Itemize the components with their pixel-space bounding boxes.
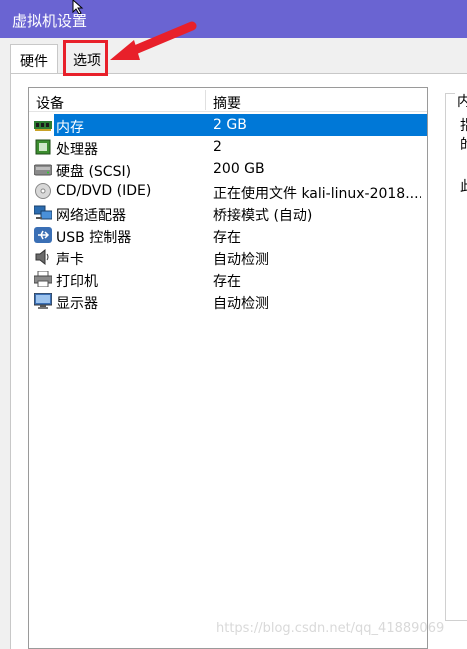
tab-hardware-label: 硬件 <box>20 54 48 70</box>
usb-icon <box>34 227 52 243</box>
device-row-printer[interactable]: 打印机 存在 <box>29 268 427 290</box>
memory-description-line1: 指 <box>460 115 467 135</box>
device-row-sound-card[interactable]: 声卡 自动检测 <box>29 246 427 268</box>
printer-icon <box>34 271 52 287</box>
device-name: 打印机 <box>56 274 98 290</box>
memory-description-line2: 的 <box>460 134 467 154</box>
sound-card-icon <box>35 249 49 265</box>
harddisk-icon <box>34 164 52 176</box>
device-summary: 自动检测 <box>213 252 269 268</box>
network-adapter-icon <box>34 205 52 220</box>
device-summary: 正在使用文件 kali-linux-2018.... <box>213 186 421 202</box>
watermark: https://blog.csdn.net/qq_41889069 <box>216 621 445 636</box>
device-row-cd-dvd[interactable]: CD/DVD (IDE) 正在使用文件 kali-linux-2018.... <box>29 180 427 202</box>
device-name: 显示器 <box>56 296 98 312</box>
device-row-usb-controller[interactable]: USB 控制器 存在 <box>29 224 427 246</box>
memory-settings-group: 内 指 的 此 <box>445 91 467 621</box>
display-icon <box>34 293 52 309</box>
device-row-harddisk[interactable]: 硬盘 (SCSI) 200 GB <box>29 158 427 180</box>
memory-icon <box>34 121 52 131</box>
annotation-arrow-icon <box>110 21 197 60</box>
device-name: 硬盘 (SCSI) <box>56 164 132 180</box>
device-row-display[interactable]: 显示器 自动检测 <box>29 290 427 312</box>
device-rows: 内存 2 GB 处理器 2 硬盘 (SCSI) 200 GB CD/DVD (I… <box>29 114 427 312</box>
memory-description-line3: 此 <box>460 176 467 196</box>
device-name: CD/DVD (IDE) <box>56 183 152 199</box>
device-row-memory[interactable]: 内存 2 GB <box>29 114 427 136</box>
device-name: 声卡 <box>56 252 84 268</box>
device-summary: 2 <box>213 139 222 155</box>
cd-dvd-icon <box>35 183 51 199</box>
column-header-summary[interactable]: 摘要 <box>213 93 241 113</box>
device-summary: 自动检测 <box>213 296 269 312</box>
device-row-network-adapter[interactable]: 网络适配器 桥接模式 (自动) <box>29 202 427 224</box>
device-summary: 200 GB <box>213 161 265 177</box>
device-summary: 存在 <box>213 230 241 246</box>
device-name: 内存 <box>56 120 84 136</box>
device-row-processor[interactable]: 处理器 2 <box>29 136 427 158</box>
device-name: USB 控制器 <box>56 230 132 246</box>
device-summary: 桥接模式 (自动) <box>213 208 313 224</box>
mouse-cursor-icon <box>72 0 84 14</box>
group-label: 内 <box>455 91 467 111</box>
device-list-header: 设备 摘要 <box>29 88 427 112</box>
device-list: 设备 摘要 内存 2 GB 处理器 2 硬盘 (SCSI) 200 GB CD/… <box>28 87 428 649</box>
device-name: 网络适配器 <box>56 208 126 224</box>
processor-icon <box>35 139 51 155</box>
device-summary: 存在 <box>213 274 241 290</box>
column-separator[interactable] <box>205 90 206 110</box>
device-summary: 2 GB <box>213 117 247 133</box>
device-name: 处理器 <box>56 142 98 158</box>
tab-hardware[interactable]: 硬件 <box>10 44 58 74</box>
column-header-device[interactable]: 设备 <box>36 93 64 113</box>
